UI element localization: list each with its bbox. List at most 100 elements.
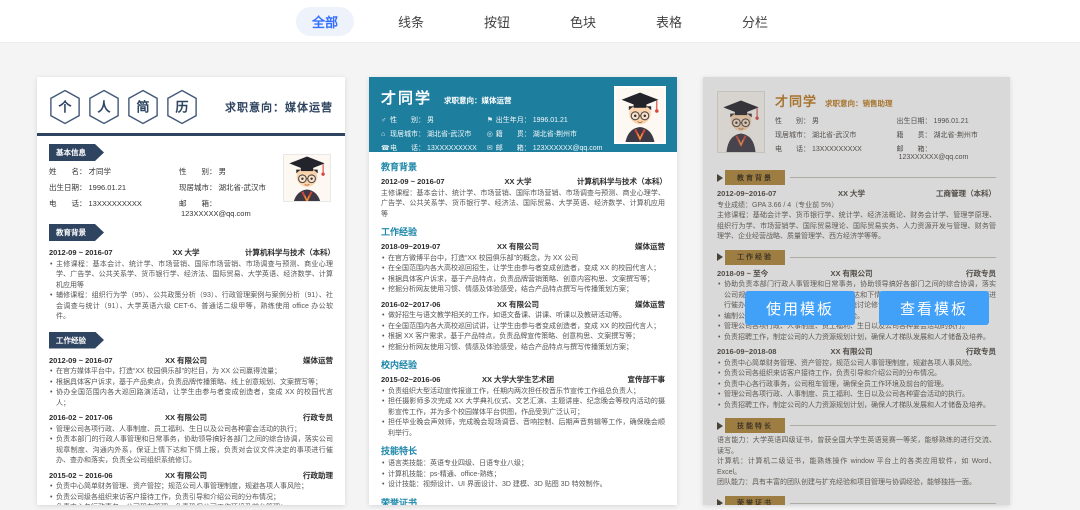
info-field: ✉ 邮 箱： 123XXXXXX@qq.com (487, 143, 603, 153)
bullet-item: 负责中心各行政事务、公司租车管理，负责确保公司工作环境及前台管理； (49, 503, 333, 505)
info-grid: ♂ 性 别：男 ⚑ 出生年月： 1996.01.21 ⌂ 现居城市： 湖北省-武汉市 ◎ 籍 贯：… (381, 115, 603, 153)
entry-date: 2018-09~2019-07 (381, 242, 441, 251)
hexagon-badge: 人 (88, 89, 120, 125)
field-label: 邮 箱： (495, 145, 531, 152)
bullet-item: 设计技能：视频设计、UI 界面设计、3D 建模、3D 贴图 3D 特效制作。 (381, 480, 665, 491)
bullet-item: 根据具体客户诉求，基于产品卖点，负责品牌传播策略、线上创意规划、文案撰写等； (49, 378, 333, 389)
bullet-item: 协办全国范围内各大巡回路演活动，让学生由参与者变成创造者，变成 XX 的校园代言… (49, 388, 333, 409)
bullet-item: 管理公司各项行政、人事制度、员工福利、生日以及公司各种宴会活动的执行； (49, 425, 333, 436)
entry-date: 2015-02~2016-06 (381, 375, 441, 384)
avatar-photo (283, 154, 331, 202)
bullet-item: 挖掘分析网友使用习惯、情感及体验感受，结合产品特点撰写与传播策划方案； (381, 285, 665, 296)
info-field: 现居城市： 湖北省-武汉市 (179, 182, 277, 193)
entry-header: 2018-09~2019-07 XX 有限公司 媒体运营 (381, 241, 665, 252)
use-template-button[interactable]: 使用模板 (745, 291, 855, 325)
section-title-ribbon: 教育背景 (49, 224, 104, 241)
entry-role: 行政专员 (303, 413, 333, 422)
bullet-item: 主修课程：基本会计、统计学、市场营销、国际市场营销、市场调查与预测、商业心理学、… (49, 260, 333, 292)
entry-role: 媒体运营 (635, 299, 665, 309)
field-icon: ♂ (381, 117, 387, 124)
field-value: 13XXXXXXXXX (88, 199, 142, 208)
info-field: 出生日期： 1996.01.21 (49, 182, 179, 193)
bullet-item: 在全国范围内各大高校巡回试讲，让学生由参与者变成创造者，变成 XX 的校园代言人… (381, 322, 665, 333)
bullet-item: 主修课程：基本会计、统计学、市场营销、国际市场营销、市场调查与预测、商业心理学、… (381, 189, 665, 218)
header-divider (37, 133, 345, 136)
experience-entry: 2016-02 ~ 2017-06 XX 有限公司 行政专员管理公司各项行政、人事制… (49, 412, 333, 467)
field-label: 邮 箱： (178, 199, 217, 208)
resume-template-card-classic[interactable]: 个人简历求职意向：媒体运营 基本信息姓 名： 才同学性 别：男出生日期： 1996.0… (37, 77, 345, 505)
tab-all[interactable]: 全部 (295, 6, 354, 36)
field-icon: ⚑ (486, 117, 493, 124)
bullet-item: 在全国范围内各大高校巡回招生，让学生由参与者变成创造者，变成 XX 的校园代言人… (381, 264, 665, 275)
candidate-name: 才同学 (381, 90, 433, 107)
experience-entry: 2015-02~2016-06 XX 大学大学生艺术团 宣传部干事负责组织大型活动宣… (381, 374, 665, 439)
entry-header: 2012-09 ~ 2016-07 XX 有限公司 媒体运营 (49, 355, 333, 366)
info-field: ♂ 性 别：男 (381, 115, 487, 125)
experience-entry: 2012-09 ~ 2016-07 XX 大学 计算机科学与技术（本科） 主修课程：基… (381, 176, 667, 220)
section-title: 技能特长 (381, 446, 418, 456)
field-value: 13XXXXXXXXX (427, 145, 477, 152)
bullet-item: 辅修课程：组织行为学（95）、公共政策分析（93）、行政管理案例与案例分析（91… (49, 291, 333, 323)
section-title: 荣誉证书 (381, 497, 418, 506)
entry-organization: XX 有限公司 (164, 355, 208, 365)
section-title: 教育背景 (381, 162, 418, 172)
resume-template-card-teal[interactable]: 才同学 求职意向：媒体运营 ♂ 性 别：男 ⚑ 出生年月： 1996.01.21 ⌂ 现居城市：… (369, 77, 677, 505)
field-icon: ⌂ (381, 131, 386, 138)
tab-buttons[interactable]: 按钮 (468, 7, 526, 36)
entry-organization: XX 有限公司 (164, 413, 208, 422)
tab-tables[interactable]: 表格 (640, 7, 698, 36)
entry-organization: XX 有限公司 (496, 242, 540, 251)
bullet-item: 担任摄影师多次完成 XX 大学典礼仪式、文艺汇演、主题讲座、纪念晚会等校内活动的… (381, 397, 665, 418)
info-grid: 姓 名： 才同学性 别：男出生日期： 1996.01.21 现居城市： 湖北省-武汉市电… (49, 166, 277, 218)
experience-entry: 2018-09~2019-07 XX 有限公司 媒体运营在官方微博平台中，打造“XX… (381, 241, 665, 296)
entry-role: 计算机科学与技术（本科） (245, 248, 335, 257)
entry-date: 2016-02~2017-06 (381, 299, 441, 309)
tab-color-blocks[interactable]: 色块 (554, 7, 612, 36)
entry-date: 2012-09 ~ 2016-07 (381, 177, 445, 186)
view-template-button[interactable]: 查看模板 (879, 291, 989, 325)
entry-organization: XX 有限公司 (496, 299, 540, 309)
field-value: 123XXXXX@qq.com (180, 209, 251, 218)
tab-columns[interactable]: 分栏 (726, 7, 784, 36)
entry-role: 宣传部干事 (627, 375, 666, 384)
svg-text:简: 简 (136, 99, 149, 115)
entry-date: 2016-02 ~ 2017-06 (49, 413, 113, 422)
field-value: 才同学 (88, 167, 112, 176)
info-field: 电 话： 13XXXXXXXXX (49, 198, 179, 218)
field-value: 湖北省-武汉市 (427, 131, 472, 138)
field-label: 电 话： (390, 145, 425, 152)
entry-role: 行政助理 (303, 470, 333, 480)
experience-entry: 2012-09 ~ 2016-07 XX 大学 计算机科学与技术（本科） 主修课程：基… (49, 247, 335, 323)
bullet-item: 根据具体客户诉求，基于产品特点，负责品牌营销策略、创意内容构思、文案撰写等； (381, 275, 665, 286)
hexagon-badge: 简 (127, 89, 159, 125)
entry-role: 计算机科学与技术（本科） (577, 177, 667, 186)
entry-organization: XX 大学 (172, 248, 200, 257)
entry-date: 2012-09 ~ 2016-07 (49, 355, 113, 365)
bullet-item: 在官方媒体平台中，打造“XX 校园俱乐部”的栏目，为 XX 公司赢得流量； (49, 367, 333, 378)
field-label: 姓 名： (49, 167, 87, 176)
entry-organization: XX 大学大学生艺术团 (481, 375, 555, 384)
job-objective: 求职意向：媒体运营 (444, 96, 512, 105)
info-field: ☎电 话： 13XXXXXXXXX (381, 143, 487, 153)
entry-organization: XX 大学 (504, 177, 532, 186)
field-value: 男 (427, 117, 434, 124)
job-objective: 求职意向：媒体运营 (225, 102, 333, 114)
title-badges: 个人简历 (49, 89, 198, 125)
resume-body: 教育背景 2012-09 ~ 2016-07 XX 大学 计算机科学与技术（本科） 主修… (369, 152, 677, 505)
field-value: 湖北省-武汉市 (218, 183, 266, 192)
field-label: 性 别： (390, 117, 425, 124)
field-value: 123XXXXXX@qq.com (532, 145, 603, 152)
field-label: 籍 贯： (495, 131, 531, 138)
field-value: 男 (218, 167, 226, 176)
field-label: 电 话： (49, 199, 87, 208)
resume-template-card-elegant[interactable]: 使用模板 查看模板 才同学 求职意向：销售助理性 别：男出生日期： 1996.01.… (703, 77, 1010, 505)
entry-role: 媒体运营 (303, 355, 333, 365)
tab-lines[interactable]: 线条 (382, 7, 440, 36)
resume-body: 基本信息姓 名： 才同学性 别：男出生日期： 1996.01.21 现居城市： 湖北省-… (49, 138, 335, 505)
bullet-item: 负责公司级各组织来访客户接待工作，负责引导和介绍公司的分布情况； (49, 493, 333, 504)
entry-role: 媒体运营 (635, 242, 665, 251)
bullet-item: 在官方微博平台中，打造“XX 校园俱乐部”的概念，为 XX 公司 (381, 254, 665, 265)
field-value: 1996.01.21 (532, 117, 568, 124)
resume-header: 才同学 求职意向：媒体运营 ♂ 性 别：男 ⚑ 出生年月： 1996.01.21 ⌂ 现居城市：… (369, 77, 677, 152)
field-icon: ☎ (381, 145, 390, 152)
